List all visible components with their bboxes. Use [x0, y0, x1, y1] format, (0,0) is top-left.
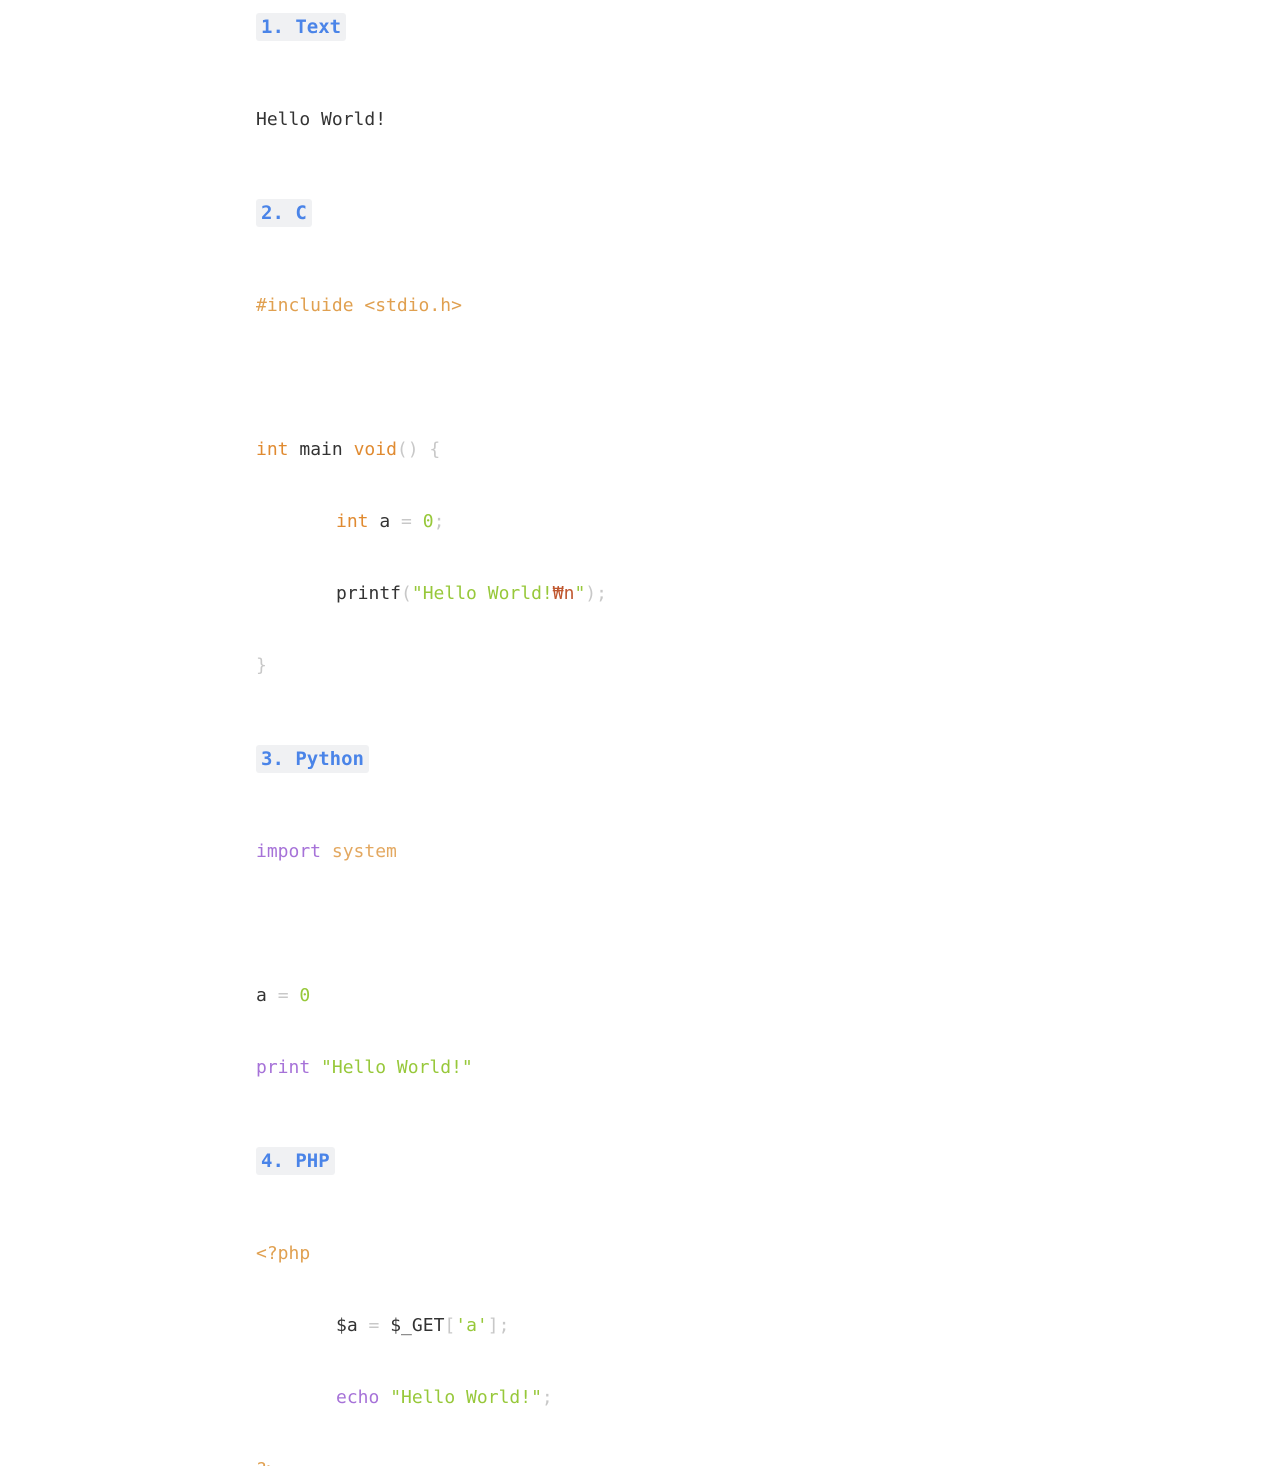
python-print-line: print "Hello World!": [256, 1053, 1156, 1083]
php-open-tag: <?php: [256, 1243, 311, 1264]
php-bracket-close: ];: [487, 1315, 510, 1336]
c-void-keyword: void: [353, 439, 397, 460]
python-import-keyword: import: [256, 841, 322, 862]
c-main-name: main: [299, 439, 343, 460]
c-decl-line: int a = 0;: [256, 507, 1156, 537]
c-semicolon: ;: [433, 511, 445, 532]
python-assign-line: a = 0: [256, 981, 1156, 1011]
text-line: Hello World!: [256, 109, 387, 130]
c-paren-close: );: [585, 583, 607, 604]
c-var-a: a: [379, 511, 391, 532]
c-escape: ₩n: [552, 583, 575, 604]
php-code-block: <?php $a = $_GET['a']; echo "Hello World…: [256, 1197, 1156, 1466]
section-python: 3. Python import system a = 0 print "Hel…: [256, 745, 1156, 1125]
section-text: 1. Text Hello World!: [256, 13, 1156, 177]
php-echo-line: echo "Hello World!";: [256, 1383, 1156, 1413]
section-heading-python: 3. Python: [256, 745, 369, 773]
python-zero: 0: [299, 985, 311, 1006]
c-int-keyword: int: [256, 439, 289, 460]
python-eq: =: [277, 985, 289, 1006]
c-include-line: #incluide <stdio.h>: [256, 295, 462, 316]
c-printf: printf: [336, 583, 402, 604]
c-close-brace: }: [256, 655, 267, 676]
section-php: 4. PHP <?php $a = $_GET['a']; echo "Hell…: [256, 1147, 1156, 1466]
php-get: $_GET: [390, 1315, 445, 1336]
c-string-end: ": [574, 583, 586, 604]
c-eq: =: [401, 511, 412, 532]
text-block: Hello World!: [256, 63, 1156, 177]
php-string: "Hello World!": [390, 1387, 542, 1408]
php-semicolon: ;: [541, 1387, 553, 1408]
python-module: system: [331, 841, 397, 862]
c-int-keyword-2: int: [336, 511, 369, 532]
python-string: "Hello World!": [321, 1057, 473, 1078]
c-string-start: "Hello World!: [411, 583, 553, 604]
section-heading-php: 4. PHP: [256, 1147, 335, 1175]
python-import-line: import system: [256, 837, 1156, 867]
python-print-keyword: print: [256, 1057, 311, 1078]
c-zero: 0: [422, 511, 434, 532]
c-main-line: int main void() {: [256, 435, 1156, 465]
php-echo-keyword: echo: [336, 1387, 380, 1408]
c-paren-open: (: [401, 583, 412, 604]
php-key: 'a': [455, 1315, 488, 1336]
c-code-block: #incluide <stdio.h> int main void() { in…: [256, 249, 1156, 723]
php-bracket-open: [: [444, 1315, 456, 1336]
php-eq: =: [368, 1315, 380, 1336]
section-heading-text: 1. Text: [256, 13, 347, 41]
python-code-block: import system a = 0 print "Hello World!": [256, 795, 1156, 1125]
python-var-a: a: [256, 985, 267, 1006]
c-paren-brace: () {: [396, 439, 441, 460]
section-heading-c: 2. C: [256, 199, 312, 227]
c-printf-line: printf("Hello World!₩n");: [256, 579, 1156, 609]
php-var-a: $a: [336, 1315, 358, 1336]
document: 1. Text Hello World! 2. C #incluide <std…: [256, 13, 1156, 1466]
php-close-tag: ?>: [256, 1455, 1156, 1466]
section-c: 2. C #incluide <stdio.h> int main void()…: [256, 199, 1156, 723]
php-assign-line: $a = $_GET['a'];: [256, 1311, 1156, 1341]
